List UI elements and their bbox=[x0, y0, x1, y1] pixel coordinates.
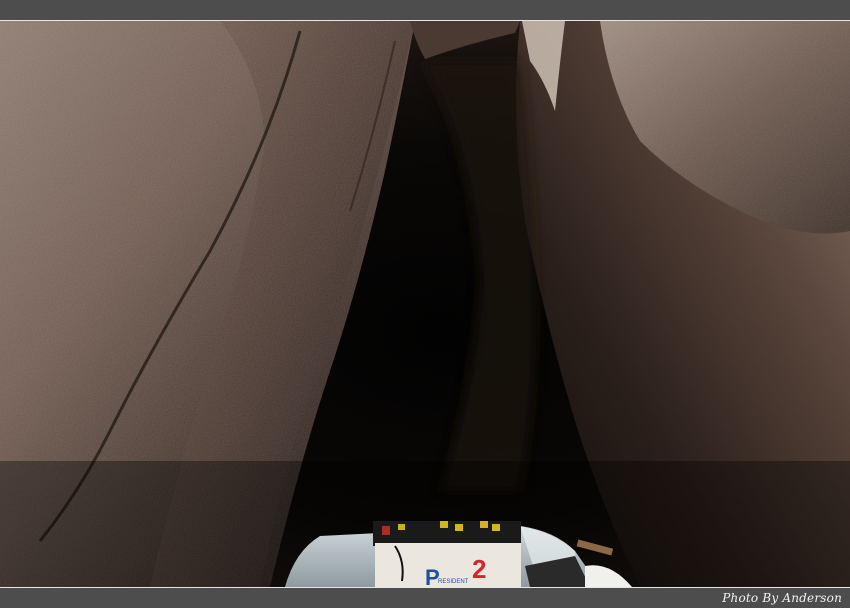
photo-credit: Photo By Anderson bbox=[722, 591, 842, 605]
top-border bbox=[0, 0, 850, 20]
battery-brand-label: RESIDENT bbox=[438, 579, 469, 585]
battery: P RESIDENT 2 bbox=[373, 521, 521, 587]
battery-number: 2 bbox=[472, 554, 486, 584]
photo-frame: P RESIDENT 2 Photo By Anderson bbox=[0, 0, 850, 608]
cave-photograph: P RESIDENT 2 bbox=[0, 20, 850, 588]
